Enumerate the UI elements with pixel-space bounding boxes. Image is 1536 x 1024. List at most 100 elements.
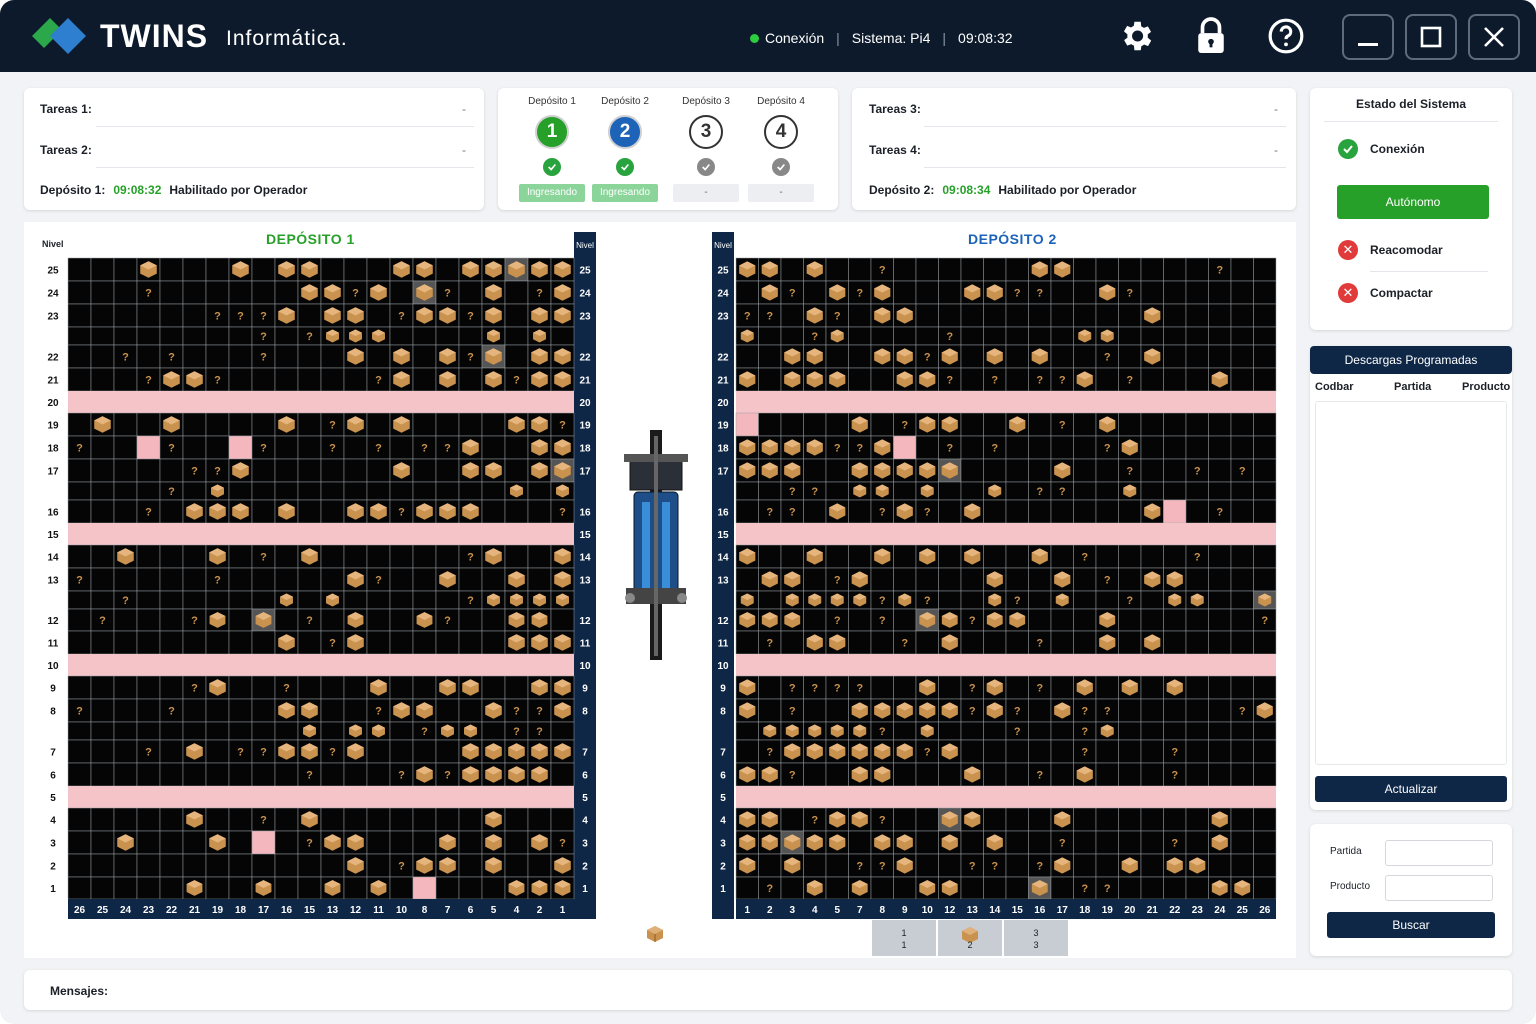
storage-cell[interactable] [1005, 675, 1029, 700]
storage-cell[interactable] [1253, 499, 1277, 524]
storage-cell[interactable] [1073, 567, 1097, 592]
storage-cell[interactable] [205, 698, 230, 723]
storage-cell[interactable] [136, 544, 161, 569]
storage-cell[interactable] [825, 544, 849, 569]
storage-cell[interactable] [343, 807, 368, 832]
storage-cell[interactable] [481, 481, 506, 501]
storage-cell[interactable] [412, 458, 437, 483]
storage-cell[interactable] [938, 499, 962, 524]
storage-cell[interactable] [389, 608, 414, 632]
storage-cell[interactable] [159, 739, 184, 764]
storage-cell[interactable] [1253, 853, 1277, 878]
storage-cell[interactable] [1028, 499, 1052, 524]
storage-cell[interactable] [1050, 762, 1074, 787]
storage-cell[interactable] [1253, 675, 1277, 700]
storage-cell[interactable] [251, 630, 276, 655]
storage-cell[interactable] [412, 567, 437, 592]
storage-cell[interactable] [458, 326, 483, 346]
storage-cell[interactable] [458, 698, 483, 723]
storage-cell[interactable] [113, 675, 138, 700]
storage-cell[interactable] [1230, 499, 1254, 524]
storage-cell[interactable] [274, 435, 299, 460]
storage-cell[interactable] [1230, 675, 1254, 700]
storage-cell[interactable] [1185, 257, 1209, 282]
storage-cell[interactable] [1140, 876, 1164, 900]
storage-cell[interactable] [1208, 762, 1232, 787]
storage-cell[interactable] [1095, 675, 1119, 700]
storage-cell[interactable] [825, 458, 849, 483]
storage-cell[interactable] [136, 344, 161, 369]
storage-cell[interactable] [90, 590, 115, 610]
storage-cell[interactable] [1118, 544, 1142, 569]
storage-cell[interactable] [297, 412, 322, 437]
storage-cell[interactable] [825, 481, 849, 501]
storage-cell[interactable] [1118, 344, 1142, 369]
minimize-button[interactable] [1342, 14, 1394, 60]
storage-cell[interactable] [960, 326, 984, 346]
storage-cell[interactable] [825, 344, 849, 369]
storage-cell[interactable] [412, 326, 437, 346]
storage-cell[interactable] [1253, 544, 1277, 569]
storage-cell[interactable] [1140, 721, 1164, 741]
storage-cell[interactable] [938, 303, 962, 328]
storage-cell[interactable] [1208, 739, 1232, 764]
storage-cell[interactable] [159, 675, 184, 700]
storage-cell[interactable] [960, 721, 984, 741]
storage-cell[interactable] [758, 698, 782, 723]
storage-cell[interactable] [182, 630, 207, 655]
storage-cell[interactable] [1185, 739, 1209, 764]
storage-cell[interactable] [825, 412, 849, 437]
storage-cell[interactable] [67, 807, 92, 832]
storage-cell[interactable] [893, 280, 917, 305]
storage-cell[interactable] [1118, 807, 1142, 832]
storage-cell[interactable] [274, 280, 299, 305]
storage-cell[interactable] [182, 435, 207, 460]
storage-cell[interactable] [1050, 499, 1074, 524]
storage-cell[interactable] [1118, 608, 1142, 632]
storage-cell[interactable] [960, 739, 984, 764]
storage-cell[interactable] [1230, 853, 1254, 878]
storage-cell[interactable] [780, 630, 804, 655]
storage-cell[interactable] [1005, 458, 1029, 483]
storage-cell[interactable] [870, 326, 894, 346]
storage-cell[interactable] [960, 830, 984, 855]
storage-cell[interactable] [159, 499, 184, 524]
storage-cell[interactable] [343, 367, 368, 392]
storage-cell[interactable] [504, 458, 529, 483]
storage-cell[interactable] [1073, 481, 1097, 501]
storage-cell[interactable] [366, 853, 391, 878]
storage-cell[interactable] [228, 830, 253, 855]
storage-cell[interactable] [90, 675, 115, 700]
depot-3-selector[interactable]: Depósito 3 3 - [671, 96, 741, 202]
storage-cell[interactable] [366, 412, 391, 437]
storage-cell[interactable] [343, 481, 368, 501]
storage-cell[interactable] [113, 435, 138, 460]
storage-cell[interactable] [1163, 326, 1187, 346]
storage-cell[interactable] [825, 698, 849, 723]
storage-cell[interactable] [1208, 721, 1232, 741]
storage-cell[interactable] [504, 499, 529, 524]
storage-cell[interactable] [458, 830, 483, 855]
storage-cell[interactable] [1073, 830, 1097, 855]
storage-cell[interactable] [1095, 830, 1119, 855]
storage-cell[interactable] [1073, 499, 1097, 524]
storage-cell[interactable] [159, 544, 184, 569]
storage-cell[interactable] [136, 590, 161, 610]
storage-cell[interactable] [960, 344, 984, 369]
storage-cell[interactable] [1073, 257, 1097, 282]
storage-cell[interactable] [435, 412, 460, 437]
storage-cell[interactable] [113, 608, 138, 632]
storage-cell[interactable] [1140, 590, 1164, 610]
storage-cell[interactable] [825, 257, 849, 282]
storage-cell[interactable] [1028, 807, 1052, 832]
storage-cell[interactable] [1208, 326, 1232, 346]
storage-cell[interactable] [1230, 590, 1254, 610]
storage-cell[interactable] [1005, 762, 1029, 787]
storage-cell[interactable] [320, 257, 345, 282]
storage-cell[interactable] [412, 367, 437, 392]
storage-cell[interactable] [848, 608, 872, 632]
storage-cell[interactable] [412, 344, 437, 369]
storage-cell[interactable] [527, 567, 552, 592]
storage-cell[interactable] [1163, 544, 1187, 569]
storage-cell[interactable] [274, 608, 299, 632]
